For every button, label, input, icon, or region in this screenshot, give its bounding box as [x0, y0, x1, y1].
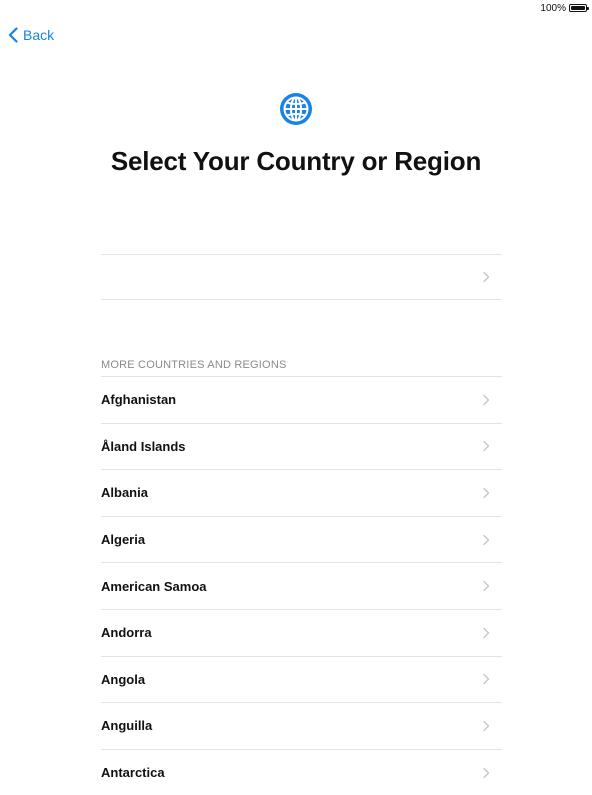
country-row-angola[interactable]: Angola	[101, 655, 502, 703]
chevron-right-icon	[483, 674, 490, 685]
country-label: American Samoa	[101, 578, 207, 594]
country-label: Anguilla	[101, 718, 153, 734]
country-row-aland-islands[interactable]: Åland Islands	[101, 422, 502, 470]
back-label: Back	[23, 27, 55, 43]
country-label: Åland Islands	[101, 438, 186, 454]
battery-icon	[569, 4, 589, 12]
chevron-left-icon	[8, 27, 18, 43]
chevron-right-icon	[483, 534, 490, 545]
chevron-right-icon	[483, 394, 490, 405]
chevron-right-icon	[483, 271, 490, 283]
country-label: Antarctica	[101, 765, 165, 781]
chevron-right-icon	[483, 720, 490, 732]
country-list: Afghanistan Åland Islands Albania Algeri…	[101, 376, 502, 795]
chevron-right-icon	[483, 627, 490, 638]
back-button[interactable]: Back	[8, 24, 54, 46]
chevron-right-icon	[483, 487, 490, 499]
country-label: Angola	[101, 671, 146, 687]
country-label: Andorra	[101, 625, 152, 641]
battery-percentage: 100%	[540, 2, 566, 14]
chevron-right-icon	[483, 767, 490, 778]
chevron-right-icon	[483, 441, 490, 452]
globe-icon	[280, 93, 312, 125]
suggested-country-row[interactable]	[101, 254, 502, 300]
section-header: MORE COUNTRIES AND REGIONS	[101, 359, 287, 371]
country-row-andorra[interactable]: Andorra	[101, 608, 502, 656]
country-label: Afghanistan	[101, 392, 177, 408]
country-label: Albania	[101, 485, 148, 501]
status-bar: 100%	[540, 0, 592, 16]
country-row-albania[interactable]: Albania	[101, 469, 502, 516]
chevron-right-icon	[483, 581, 490, 592]
country-row-antarctica[interactable]: Antarctica	[101, 748, 502, 795]
country-row-afghanistan[interactable]: Afghanistan	[101, 376, 502, 423]
country-row-anguilla[interactable]: Anguilla	[101, 702, 502, 749]
country-row-american-samoa[interactable]: American Samoa	[101, 562, 502, 609]
page-title: Select Your Country or Region	[110, 146, 482, 176]
battery-level-fill	[571, 6, 585, 10]
country-row-algeria[interactable]: Algeria	[101, 515, 502, 563]
country-label: Algeria	[101, 532, 146, 548]
